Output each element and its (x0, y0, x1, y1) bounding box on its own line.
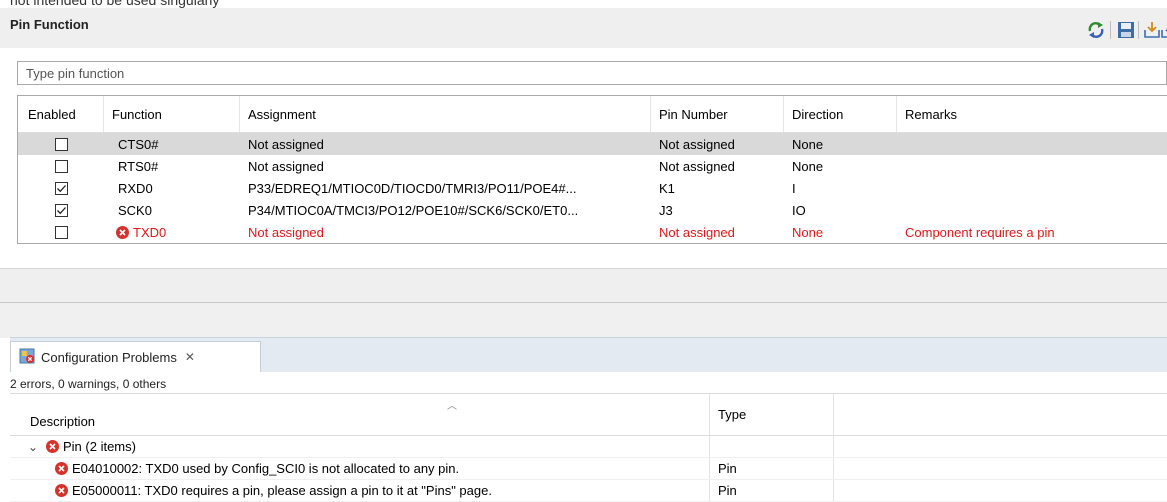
export-icon[interactable] (1160, 20, 1167, 40)
save-icon[interactable] (1117, 20, 1135, 40)
remarks-cell (897, 133, 1167, 155)
tab-label: Configuration Problems (41, 349, 177, 365)
direction-cell[interactable]: I (784, 177, 897, 199)
problem-group-row[interactable]: ⌄ Pin (2 items) (10, 436, 1167, 458)
column-header-pin-number[interactable]: Pin Number (651, 96, 784, 132)
close-icon[interactable]: ✕ (185, 350, 195, 364)
empty-area (0, 268, 1167, 302)
column-header-function[interactable]: Function (104, 96, 240, 132)
enabled-cell (18, 199, 104, 221)
enabled-cell (18, 221, 104, 243)
direction-cell[interactable]: None (784, 133, 897, 155)
column-header-filler (834, 394, 1167, 435)
direction-cell[interactable]: IO (784, 199, 897, 221)
function-cell: TXD0 (104, 221, 240, 243)
pin-number-cell[interactable]: Not assigned (651, 221, 784, 243)
problem-description-cell: E04010002: TXD0 used by Config_SCI0 is n… (10, 458, 710, 479)
configuration-problems-icon (19, 348, 35, 367)
problem-type: Pin (710, 458, 834, 479)
enabled-cell (18, 177, 104, 199)
function-cell: CTS0# (104, 133, 240, 155)
pin-function-header: Pin Function (0, 8, 1167, 49)
problem-description-cell: E05000011: TXD0 requires a pin, please a… (10, 480, 710, 501)
direction-cell[interactable]: None (784, 155, 897, 177)
function-name: CTS0# (118, 136, 159, 152)
function-name: RXD0 (118, 180, 153, 196)
column-header-direction[interactable]: Direction (784, 96, 897, 132)
function-name: RTS0# (118, 158, 159, 174)
table-row[interactable]: RXD0 P33/EDREQ1/MTIOC0D/TIOCD0/TMRI3/PO11… (18, 177, 1167, 199)
view-divider (0, 302, 1167, 338)
error-icon (46, 440, 59, 453)
remarks-cell (897, 155, 1167, 177)
column-header-description[interactable]: Description ︿ (10, 394, 710, 435)
pin-number-cell[interactable]: J3 (651, 199, 784, 221)
problem-description: E04010002: TXD0 used by Config_SCI0 is n… (72, 461, 460, 476)
function-name: SCK0 (118, 202, 152, 218)
enabled-checkbox[interactable] (54, 203, 68, 217)
problem-row-filler (834, 458, 1167, 479)
table-row[interactable]: CTS0# Not assigned Not assigned None (18, 133, 1167, 155)
assignment-cell[interactable]: P34/MTIOC0A/TMCI3/PO12/POE10#/SCK6/SCK0/… (240, 199, 651, 221)
pin-function-filter-input[interactable] (18, 62, 1166, 84)
assignment-cell[interactable]: P33/EDREQ1/MTIOC0D/TIOCD0/TMRI3/PO11/POE… (240, 177, 651, 199)
pin-function-filter[interactable] (17, 61, 1167, 85)
pin-number-cell[interactable]: Not assigned (651, 155, 784, 177)
refresh-icon[interactable] (1086, 20, 1106, 40)
enabled-checkbox[interactable] (54, 137, 68, 151)
table-row[interactable]: TXD0 Not assigned Not assigned None Componen… (18, 221, 1167, 243)
problems-summary: 2 errors, 0 warnings, 0 others (10, 377, 167, 391)
direction-cell[interactable]: None (784, 221, 897, 243)
column-header-assignment[interactable]: Assignment (240, 96, 651, 132)
pin-number-cell[interactable]: K1 (651, 177, 784, 199)
pin-function-table: Enabled Function Assignment Pin Number D… (17, 95, 1167, 244)
problem-row[interactable]: E04010002: TXD0 used by Config_SCI0 is n… (10, 458, 1167, 480)
pin-function-title: Pin Function (10, 17, 89, 32)
remarks-cell (897, 199, 1167, 221)
problem-row-filler (834, 480, 1167, 501)
problem-group-type (710, 436, 834, 457)
remarks-cell: Component requires a pin (905, 224, 1055, 240)
problem-row-filler (834, 436, 1167, 457)
error-icon (55, 462, 68, 475)
column-header-remarks[interactable]: Remarks (897, 96, 1167, 132)
remarks-cell (897, 177, 1167, 199)
enabled-checkbox[interactable] (54, 181, 68, 195)
problem-row[interactable]: E05000011: TXD0 requires a pin, please a… (10, 480, 1167, 502)
cut-off-text: not intended to be used singularly (10, 0, 220, 8)
function-cell: SCK0 (104, 199, 240, 221)
enabled-checkbox[interactable] (54, 225, 68, 239)
table-header: Enabled Function Assignment Pin Number D… (18, 96, 1167, 133)
enabled-cell (18, 133, 104, 155)
tab-configuration-problems[interactable]: Configuration Problems ✕ (10, 341, 261, 372)
enabled-cell (18, 155, 104, 177)
function-name: TXD0 (133, 224, 167, 240)
problems-tab-bar: Configuration Problems ✕ (10, 337, 1167, 372)
problem-group-cell: ⌄ Pin (2 items) (10, 436, 710, 457)
assignment-cell[interactable]: Not assigned (240, 155, 651, 177)
table-row[interactable]: RTS0# Not assigned Not assigned None (18, 155, 1167, 177)
problem-type: Pin (710, 480, 834, 501)
column-header-description-label: Description (30, 414, 96, 429)
error-icon (55, 484, 68, 497)
function-cell: RXD0 (104, 177, 240, 199)
enabled-checkbox[interactable] (54, 159, 68, 173)
column-header-type[interactable]: Type (710, 394, 834, 435)
problem-group-label: Pin (2 items) (63, 439, 136, 454)
error-icon (116, 225, 129, 239)
problems-table-header: Description ︿ Type (10, 394, 1167, 436)
chevron-down-icon[interactable]: ⌄ (28, 440, 40, 454)
sort-indicator-icon: ︿ (447, 401, 457, 412)
problem-description: E05000011: TXD0 requires a pin, please a… (72, 483, 492, 498)
toolbar-separator (1138, 21, 1139, 39)
assignment-cell[interactable]: Not assigned (240, 133, 651, 155)
function-cell: RTS0# (104, 155, 240, 177)
column-header-enabled[interactable]: Enabled (18, 96, 104, 132)
toolbar-separator (1110, 21, 1111, 39)
assignment-cell[interactable]: Not assigned (240, 221, 651, 243)
problems-table: Description ︿ Type ⌄ Pin (2 items) E0401… (10, 393, 1167, 502)
table-row[interactable]: SCK0 P34/MTIOC0A/TMCI3/PO12/POE10#/SCK6/S… (18, 199, 1167, 221)
pin-number-cell[interactable]: Not assigned (651, 133, 784, 155)
